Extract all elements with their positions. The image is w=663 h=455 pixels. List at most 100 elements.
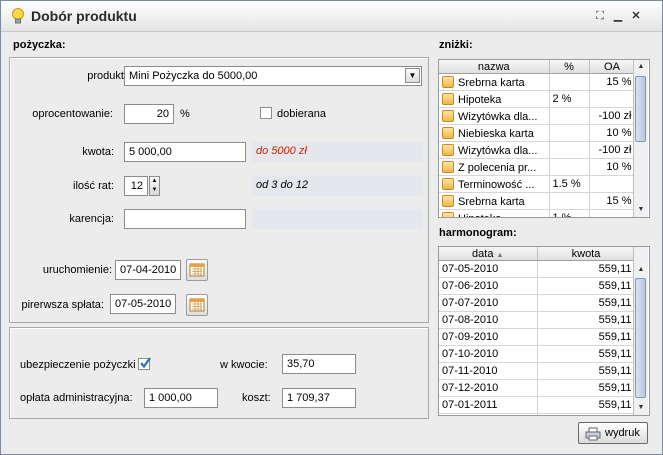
adjusted-checkbox[interactable]	[260, 107, 272, 119]
minimize-icon[interactable]: ▁	[612, 10, 624, 22]
close-icon[interactable]: ✕	[630, 10, 642, 22]
schedule-row[interactable]: 07-11-2010 559,11	[439, 362, 636, 380]
discount-row[interactable]: Srebrna karta 15 %	[439, 192, 636, 210]
schedule-date-cell: 07-09-2010	[439, 328, 538, 346]
printer-icon	[585, 427, 601, 441]
cost-input[interactable]: 1 709,37	[282, 388, 356, 408]
discount-row[interactable]: Z polecenia pr... 10 %	[439, 158, 636, 176]
in-amount-input[interactable]: 35,70	[282, 354, 356, 374]
lightbulb-icon	[12, 8, 24, 24]
schedule-row[interactable]: 07-07-2010 559,11	[439, 294, 636, 312]
schedule-row[interactable]: 07-06-2010 559,11	[439, 277, 636, 295]
schedule-date-cell: 07-07-2010	[439, 294, 538, 312]
schedule-col-date-label: data	[472, 247, 494, 260]
restore-icon[interactable]: ⛶	[594, 10, 606, 22]
discount-row[interactable]: Wizytówka dla... -100 zł	[439, 141, 636, 159]
insurance-checkbox[interactable]	[138, 357, 151, 370]
discount-name: Wizytówka dla...	[458, 110, 538, 123]
discount-percent-cell	[549, 141, 590, 159]
amount-label: kwota:	[82, 146, 114, 158]
discount-row[interactable]: Niebieska karta 10 %	[439, 124, 636, 142]
schedule-table[interactable]: data ▲ kwota 07-05-2010 559,11 07-06-2010 5…	[438, 246, 650, 416]
scroll-thumb[interactable]	[635, 76, 646, 142]
schedule-amount-cell: 559,11	[537, 311, 636, 329]
schedule-amount-cell: 559,11	[537, 413, 636, 415]
discount-row[interactable]: Hipoteka 2 %	[439, 90, 636, 108]
scroll-down-icon[interactable]: ▼	[634, 203, 648, 217]
discount-name-cell: Wizytówka dla...	[439, 141, 550, 159]
admin-fee-input[interactable]: 1 000,00	[144, 388, 218, 408]
discount-name: Terminowość ...	[458, 178, 535, 191]
grace-input[interactable]	[124, 209, 246, 229]
schedule-date-cell: 07-01-2011	[439, 396, 538, 414]
discount-percent-cell	[549, 158, 590, 176]
chevron-down-icon[interactable]: ▼	[405, 68, 420, 83]
schedule-scrollbar[interactable]: ▲ ▼	[633, 247, 648, 415]
discount-marker-icon	[442, 194, 454, 207]
discount-row[interactable]: Hipoteka 1 %	[439, 209, 636, 217]
discount-name: Srebrna karta	[458, 195, 525, 208]
installments-input[interactable]: 12	[124, 176, 148, 196]
discount-oa-cell	[589, 209, 636, 217]
discount-percent-cell: 2 %	[549, 90, 590, 108]
discounts-col-percent[interactable]: %	[549, 60, 590, 74]
discount-percent-cell	[549, 107, 590, 125]
discount-percent-cell	[549, 192, 590, 210]
discount-row[interactable]: Terminowość ... 1.5 %	[439, 175, 636, 193]
first-payment-calendar-button[interactable]	[186, 294, 208, 316]
calendar-icon	[189, 298, 205, 312]
discount-marker-icon	[442, 92, 454, 105]
launch-calendar-button[interactable]	[186, 259, 208, 281]
rate-input[interactable]: 20	[124, 104, 174, 124]
discount-oa-cell: -100 zł	[589, 141, 636, 159]
sort-asc-icon: ▲	[496, 251, 504, 259]
schedule-row[interactable]: 07-09-2010 559,11	[439, 328, 636, 346]
discounts-section-label: zniżki:	[439, 39, 473, 51]
schedule-row[interactable]: 07-10-2010 559,11	[439, 345, 636, 363]
title-bar[interactable]: Dobór produktu ⛶ ▁ ✕	[1, 1, 662, 32]
schedule-row[interactable]: 07-01-2011 559,11	[439, 396, 636, 414]
schedule-col-amount[interactable]: kwota	[537, 247, 636, 261]
schedule-row[interactable]: 07-02-2011559,11	[439, 413, 636, 415]
schedule-col-date[interactable]: data ▲	[439, 247, 538, 261]
window-title: Dobór produktu	[31, 8, 137, 24]
discount-oa-cell: 15 %	[589, 73, 636, 91]
installments-spinner[interactable]: ▲ ▼	[149, 176, 160, 196]
schedule-row[interactable]: 07-12-2010 559,11	[439, 379, 636, 397]
scroll-up-icon[interactable]: ▲	[634, 263, 648, 277]
schedule-date-cell: 07-12-2010	[439, 379, 538, 397]
schedule-date-cell: 07-10-2010	[439, 345, 538, 363]
discounts-scrollbar[interactable]: ▲ ▼	[633, 60, 648, 217]
discount-percent-cell: 1 %	[549, 209, 590, 217]
print-button[interactable]: wydruk	[578, 422, 648, 444]
discount-oa-cell: 15 %	[589, 192, 636, 210]
discounts-col-oa[interactable]: OA	[589, 60, 636, 74]
discounts-header-row: nazwa % OA	[439, 60, 636, 74]
discounts-table[interactable]: nazwa % OA Srebrna karta 15 % Hipoteka 2 % W…	[438, 59, 650, 218]
calendar-icon	[189, 263, 205, 277]
discount-name-cell: Niebieska karta	[439, 124, 550, 142]
product-label: produkt:	[87, 70, 127, 82]
in-amount-label: w kwocie:	[220, 359, 268, 371]
discount-row[interactable]: Srebrna karta 15 %	[439, 73, 636, 91]
discount-name-cell: Terminowość ...	[439, 175, 550, 193]
schedule-header-row: data ▲ kwota	[439, 247, 636, 261]
discount-name-cell: Srebrna karta	[439, 73, 550, 91]
amount-input[interactable]: 5 000,00	[124, 142, 246, 162]
discount-percent-cell	[549, 73, 590, 91]
scroll-down-icon[interactable]: ▼	[634, 401, 648, 415]
schedule-row[interactable]: 07-08-2010 559,11	[439, 311, 636, 329]
launch-date-input[interactable]: 07-04-2010	[115, 260, 181, 280]
schedule-date-cell: 07-06-2010	[439, 277, 538, 295]
scroll-thumb[interactable]	[635, 278, 646, 398]
discount-row[interactable]: Wizytówka dla... -100 zł	[439, 107, 636, 125]
installments-range-note: od 3 do 12	[252, 176, 423, 196]
discounts-col-name[interactable]: nazwa	[439, 60, 550, 74]
schedule-row[interactable]: 07-05-2010 559,11	[439, 260, 636, 278]
discount-name-cell: Hipoteka	[439, 209, 550, 217]
loan-panel: produkt: Mini Pożyczka do 5000,00 ▼ opro…	[9, 57, 429, 323]
discount-percent-cell: 1.5 %	[549, 175, 590, 193]
product-select[interactable]: Mini Pożyczka do 5000,00 ▼	[124, 66, 422, 86]
first-payment-input[interactable]: 07-05-2010	[110, 294, 176, 314]
scroll-up-icon[interactable]: ▲	[634, 60, 648, 74]
